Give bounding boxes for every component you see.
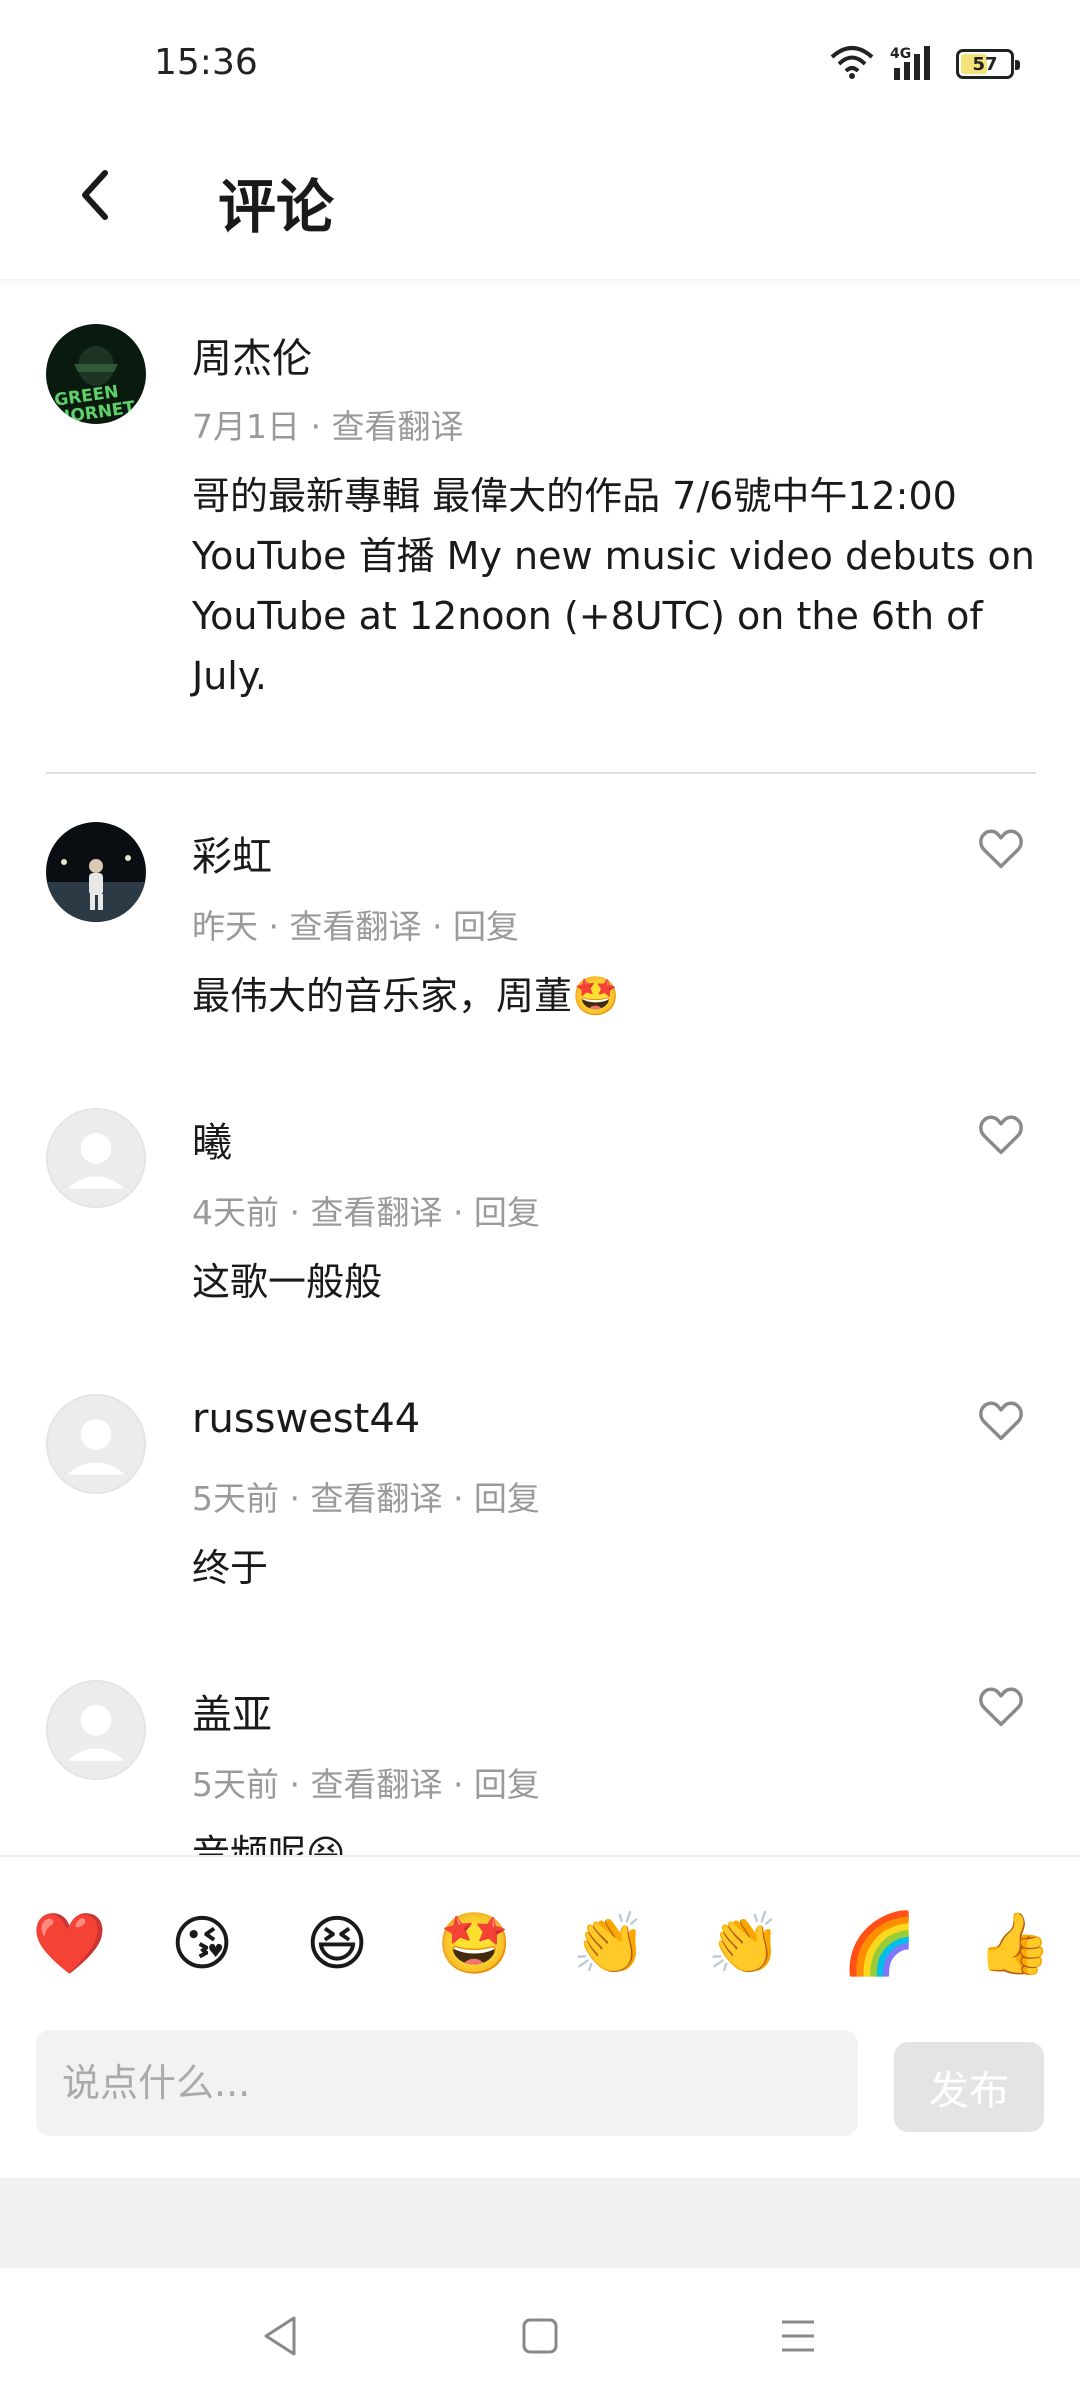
avatar[interactable] [46, 1394, 146, 1494]
emoji-kiss-button[interactable]: 😘 [167, 1909, 237, 1979]
back-triangle-icon [264, 2316, 296, 2356]
page-title: 评论 [218, 173, 335, 241]
cellular-signal-icon: 4G [890, 44, 940, 84]
nav-home-button[interactable] [512, 2308, 568, 2364]
avatar[interactable] [46, 1680, 146, 1780]
like-button[interactable] [975, 1108, 1027, 1160]
system-nav-bar [0, 2268, 1080, 2400]
emoji-heart-button[interactable]: ❤️ [32, 1909, 107, 1979]
comment-text: 哥的最新專輯 最偉大的作品 7/6號中午12:00 YouTube 首播 My … [192, 474, 1035, 698]
emoji-laugh-button[interactable]: 😆 [302, 1909, 372, 1979]
battery-icon: 57 [956, 49, 1020, 79]
comment-meta[interactable]: 4天前 · 查看翻译 · 回复 [192, 1186, 540, 1234]
wifi-icon [830, 45, 874, 83]
emoji-thumbs-up-button[interactable]: 👍 [977, 1909, 1052, 1979]
avatar[interactable]: GREEN HORNET [46, 324, 146, 424]
avatar[interactable] [46, 1108, 146, 1208]
comment-text: 终于 [192, 1546, 269, 1590]
comments-list[interactable]: GREEN HORNET 周杰伦 7月1日 · 查看翻译 哥的最新專輯 最偉大的… [0, 282, 1080, 1855]
divider [46, 772, 1036, 774]
comment-text: 这歌一般般 [192, 1260, 383, 1304]
emoji-star-eyes-button[interactable]: 🤩 [437, 1909, 512, 1979]
status-icons: 4G 57 [830, 44, 1020, 84]
default-avatar-icon [67, 1133, 125, 1189]
keyboard-spacer [0, 2178, 1080, 2268]
comment-meta[interactable]: 5天前 · 查看翻译 · 回复 [192, 1758, 540, 1806]
heart-icon [979, 829, 1023, 869]
comment-meta[interactable]: 5天前 · 查看翻译 · 回复 [192, 1472, 540, 1520]
comment-author[interactable]: 彩虹 [192, 824, 272, 882]
comment-text: 音频呢😆 [192, 1832, 346, 1855]
like-button[interactable] [975, 822, 1027, 874]
comment-author[interactable]: 曦 [192, 1110, 232, 1168]
comment-author[interactable]: 周杰伦 [192, 326, 312, 384]
default-avatar-icon [67, 1419, 125, 1475]
comment-author[interactable]: 盖亚 [192, 1682, 272, 1740]
emoji-clap-button[interactable]: 👏 [707, 1909, 782, 1979]
header: 评论 [0, 130, 1080, 280]
comment-author[interactable]: russwest44 [192, 1396, 420, 1442]
menu-lines-icon [782, 2320, 814, 2352]
chevron-left-icon [82, 170, 108, 220]
status-bar: 15:36 4G 57 [0, 0, 1080, 130]
back-button[interactable] [60, 160, 130, 230]
post-button[interactable]: 发布 [894, 2042, 1044, 2132]
nav-back-button[interactable] [252, 2308, 308, 2364]
like-button[interactable] [975, 1680, 1027, 1732]
nav-menu-button[interactable] [770, 2308, 826, 2364]
avatar[interactable] [46, 822, 146, 922]
heart-icon [979, 1115, 1023, 1155]
network-type-label: 4G [890, 46, 911, 62]
comment-input[interactable] [36, 2030, 858, 2136]
emoji-bar: ❤️ 😘 😆 🤩 👏 👏 🌈 👍 [0, 1855, 1080, 2030]
status-time: 15:36 [154, 42, 258, 83]
comment-meta[interactable]: 7月1日 · 查看翻译 [192, 400, 463, 448]
battery-level: 57 [972, 53, 998, 75]
default-avatar-icon [67, 1705, 125, 1761]
emoji-rainbow-button[interactable]: 🌈 [842, 1909, 917, 1979]
comment-composer: 发布 [0, 2030, 1080, 2178]
comment-text: 最伟大的音乐家，周董🤩 [192, 974, 620, 1018]
comment-meta[interactable]: 昨天 · 查看翻译 · 回复 [192, 900, 519, 948]
home-square-icon [522, 2318, 558, 2354]
emoji-clap-button[interactable]: 👏 [572, 1909, 647, 1979]
like-button[interactable] [975, 1394, 1027, 1446]
heart-icon [979, 1687, 1023, 1727]
heart-icon [979, 1401, 1023, 1441]
